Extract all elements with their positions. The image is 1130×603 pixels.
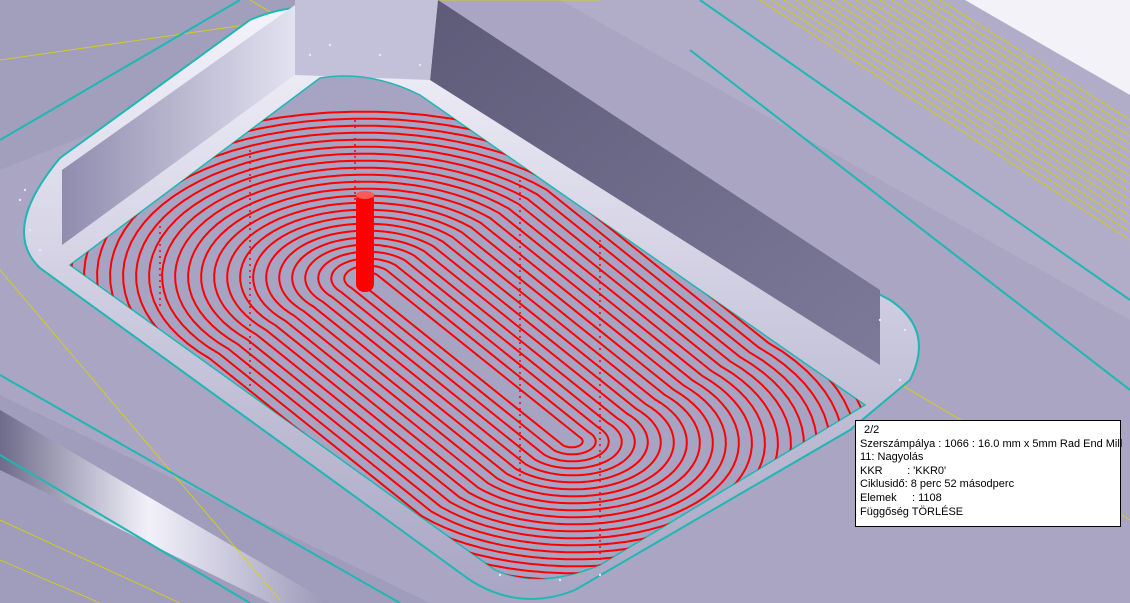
tooltip-pager: 2/2 xyxy=(864,424,880,436)
pocket-wall-back xyxy=(295,0,438,80)
tooltip-dependency-line: Függőség TÖRLÉSE xyxy=(860,505,964,518)
plunge-move xyxy=(356,191,374,292)
toolpath-info-tooltip: 2/2 Szerszámpálya : 1066 : 16.0 mm x 5mm… xyxy=(855,420,1123,527)
tooltip-strategy-line: 11: Nagyolás xyxy=(860,451,924,464)
tooltip-elements-line: Elemek : 1108 xyxy=(860,491,942,504)
tooltip-cycle-time-line: Ciklusidő: 8 perc 52 másodperc xyxy=(860,478,1015,491)
tooltip-toolpath-line: Szerszámpálya : 1066 : 16.0 mm x 5mm Rad… xyxy=(860,437,1123,450)
cad-3d-viewport[interactable]: 2/2 Szerszámpálya : 1066 : 16.0 mm x 5mm… xyxy=(0,0,1130,603)
tooltip-boundary-line: KKR : 'KKR0' xyxy=(860,464,947,477)
